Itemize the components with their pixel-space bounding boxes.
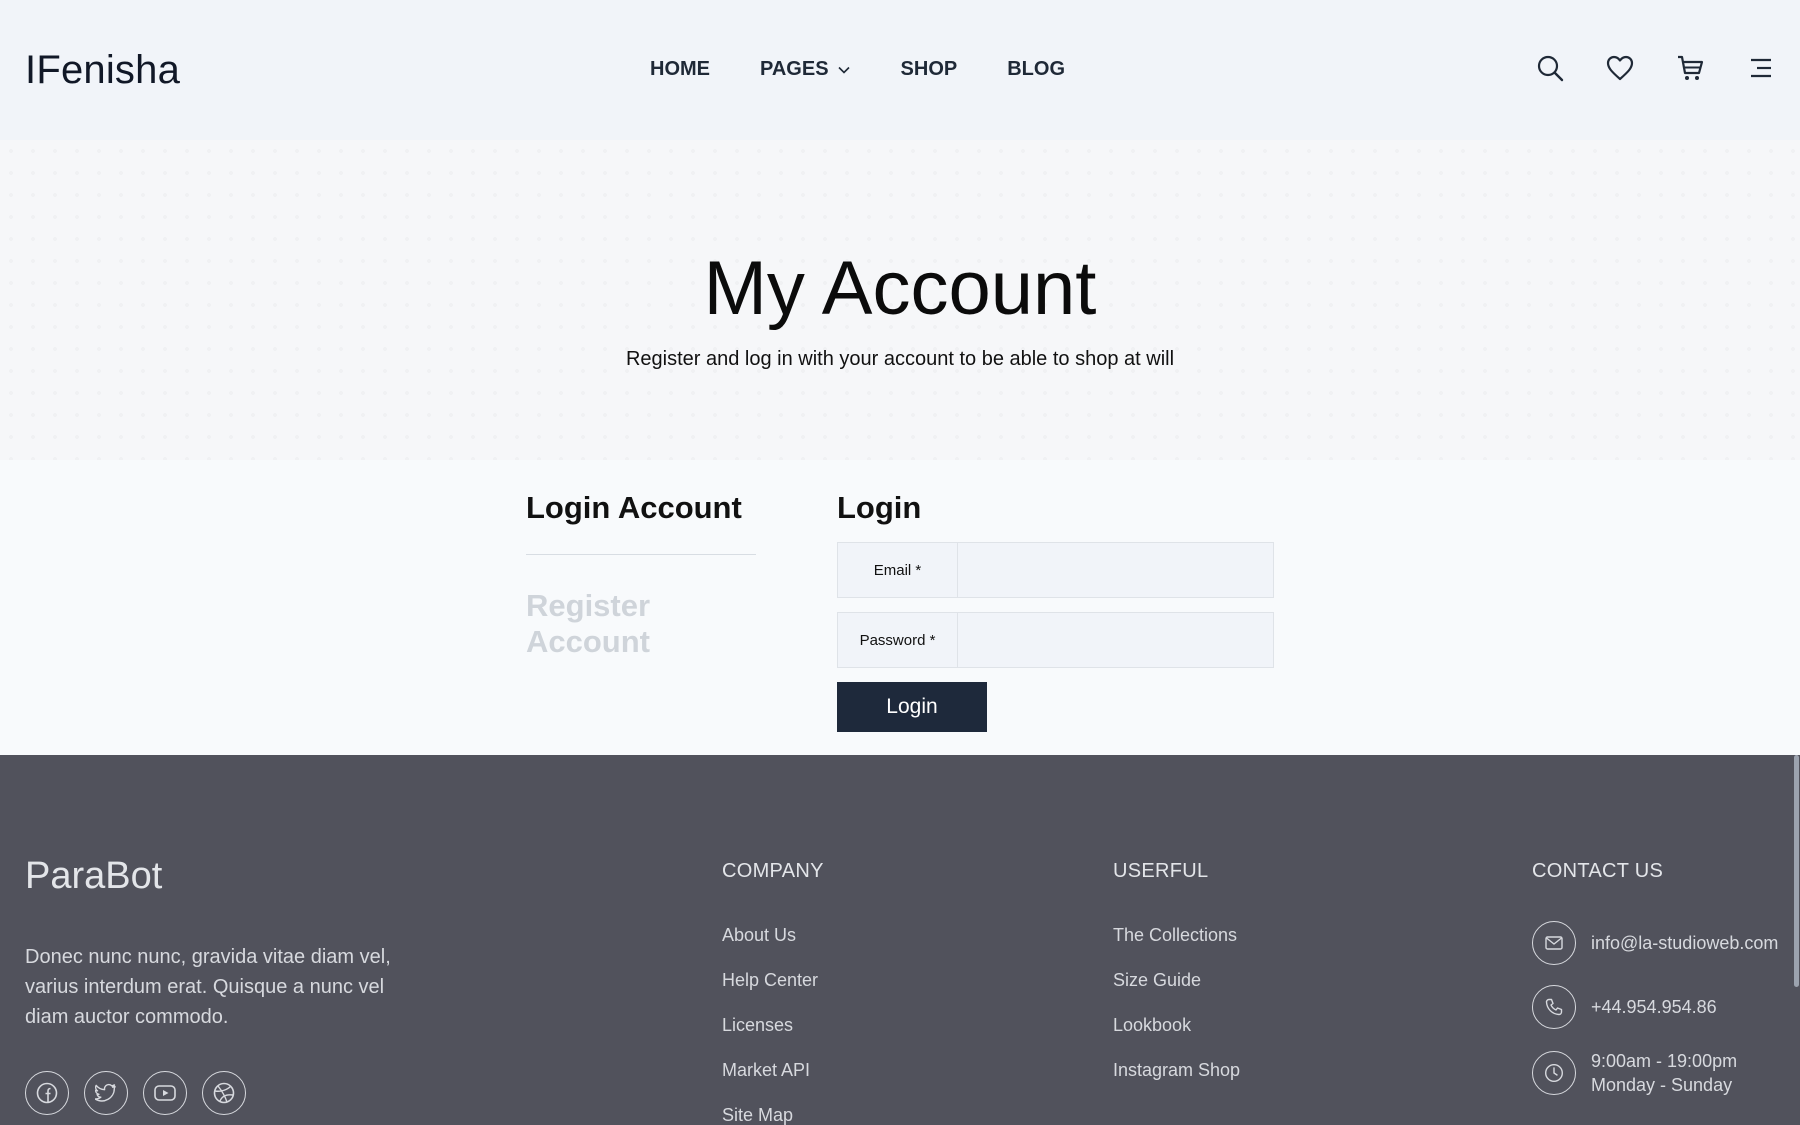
login-button[interactable]: Login	[837, 682, 987, 732]
footer-company-links: About Us Help Center Licenses Market API…	[722, 925, 824, 1125]
footer-link-collections[interactable]: The Collections	[1113, 925, 1240, 970]
footer-company-column: COMPANY About Us Help Center Licenses Ma…	[722, 860, 824, 1125]
nav-item-pages[interactable]: PAGES	[760, 58, 851, 81]
contact-phone-text: +44.954.954.86	[1591, 997, 1717, 1017]
password-field[interactable]	[958, 613, 1273, 667]
footer-contact-heading: CONTACT US	[1532, 860, 1664, 882]
footer-link-help-center[interactable]: Help Center	[722, 970, 824, 1015]
heart-icon[interactable]	[1604, 52, 1636, 84]
contact-list: info@la-studioweb.com +44.954.954.86 9:0…	[1532, 921, 1778, 1097]
email-field-group: Email *	[837, 542, 1274, 598]
social-links	[25, 1071, 261, 1115]
contact-email[interactable]: info@la-studioweb.com	[1532, 921, 1778, 965]
youtube-icon[interactable]	[143, 1071, 187, 1115]
page-hero: My Account Register and log in with your…	[0, 140, 1800, 460]
footer-link-size-guide[interactable]: Size Guide	[1113, 970, 1240, 1015]
contact-phone[interactable]: +44.954.954.86	[1532, 985, 1778, 1029]
page-scrollbar[interactable]	[1794, 755, 1799, 987]
twitter-icon[interactable]	[84, 1071, 128, 1115]
header-actions	[1534, 52, 1800, 84]
footer-description: Donec nunc nunc, gravida vitae diam vel,…	[25, 946, 391, 1028]
cart-icon[interactable]	[1674, 52, 1706, 84]
footer-useful-links: The Collections Size Guide Lookbook Inst…	[1113, 925, 1240, 1105]
footer-link-site-map[interactable]: Site Map	[722, 1105, 824, 1125]
password-label: Password *	[838, 613, 958, 667]
contact-hours-text: 9:00am - 19:00pm Monday - Sunday	[1591, 1049, 1737, 1097]
account-section: Login Account Register Account Login Ema…	[0, 460, 1800, 755]
nav-item-shop[interactable]: SHOP	[901, 58, 958, 81]
contact-hours-line2: Monday - Sunday	[1591, 1075, 1733, 1095]
tab-login-account[interactable]: Login Account	[526, 490, 756, 526]
nav-item-blog[interactable]: BLOG	[1007, 58, 1065, 81]
email-label: Email *	[838, 543, 958, 597]
footer-link-about-us[interactable]: About Us	[722, 925, 824, 970]
tab-register-account[interactable]: Register Account	[526, 588, 756, 660]
contact-hours: 9:00am - 19:00pm Monday - Sunday	[1532, 1049, 1778, 1097]
footer-brand[interactable]: ParaBot	[25, 855, 162, 898]
search-icon[interactable]	[1534, 52, 1566, 84]
contact-hours-line1: 9:00am - 19:00pm	[1591, 1051, 1738, 1071]
nav-item-label: BLOG	[1007, 58, 1066, 80]
login-form: Login Email * Password * Login	[837, 490, 1274, 732]
nav-item-label: HOME	[650, 58, 710, 80]
nav-item-label: SHOP	[900, 58, 958, 80]
page-subtitle: Register and log in with your account to…	[625, 348, 1175, 370]
footer-useful-column: USERFUL The Collections Size Guide Lookb…	[1113, 860, 1240, 1105]
site-footer: ParaBot Donec nunc nunc, gravida vitae d…	[0, 755, 1800, 1125]
footer-link-market-api[interactable]: Market API	[722, 1060, 824, 1105]
clock-icon	[1532, 1051, 1576, 1095]
footer-link-licenses[interactable]: Licenses	[722, 1015, 824, 1060]
footer-link-lookbook[interactable]: Lookbook	[1113, 1015, 1240, 1060]
site-header: IFenisha HOME PAGES SHOP BLOG	[0, 0, 1800, 140]
tab-divider	[526, 554, 756, 555]
nav-item-home[interactable]: HOME	[650, 58, 710, 81]
contact-email-text: info@la-studioweb.com	[1591, 933, 1779, 953]
account-tabs: Login Account Register Account	[526, 490, 756, 660]
footer-contact-column: CONTACT US info@la-studioweb.com +44.954…	[1532, 860, 1778, 1117]
password-field-group: Password *	[837, 612, 1274, 668]
mail-icon	[1532, 921, 1576, 965]
phone-icon	[1532, 985, 1576, 1029]
main-nav: HOME PAGES SHOP BLOG	[650, 58, 1115, 81]
footer-link-instagram-shop[interactable]: Instagram Shop	[1113, 1060, 1240, 1105]
site-logo[interactable]: IFenisha	[25, 48, 180, 93]
page-title: My Account	[703, 246, 1097, 331]
facebook-icon[interactable]	[25, 1071, 69, 1115]
footer-company-heading: COMPANY	[722, 860, 824, 882]
nav-item-label: PAGES	[760, 58, 829, 80]
login-form-title: Login	[837, 490, 922, 525]
dribbble-icon[interactable]	[202, 1071, 246, 1115]
footer-useful-heading: USERFUL	[1113, 860, 1209, 882]
chevron-down-icon	[837, 66, 850, 74]
email-field[interactable]	[958, 543, 1273, 597]
menu-icon[interactable]	[1744, 52, 1776, 84]
